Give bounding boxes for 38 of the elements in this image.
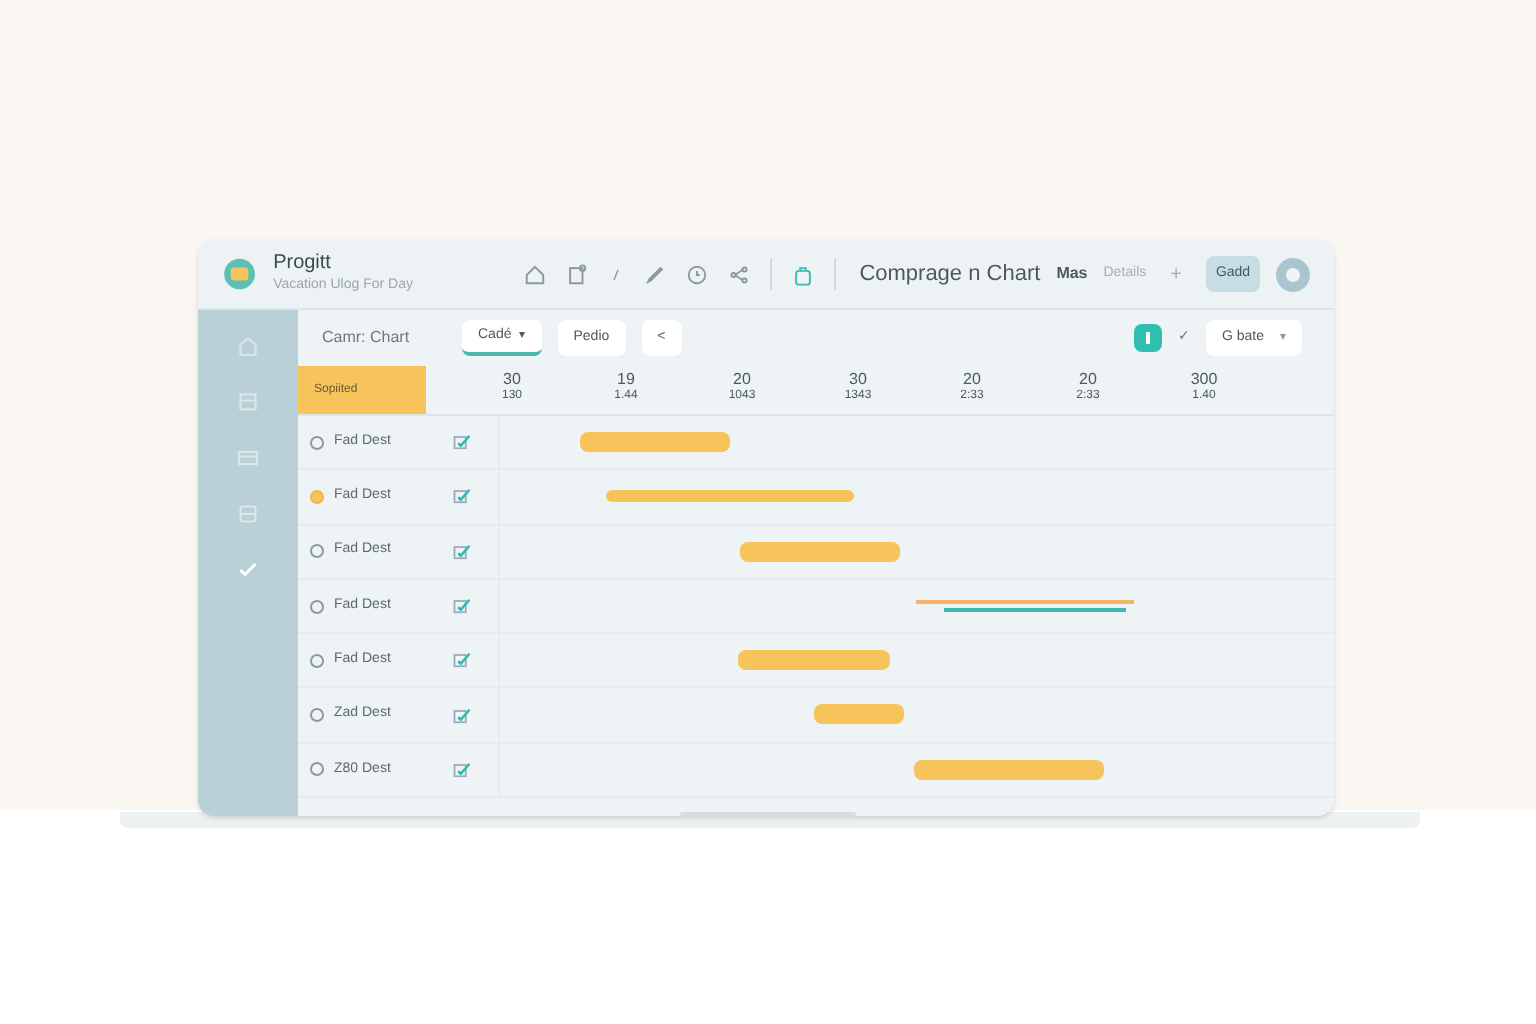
share-icon[interactable]: [727, 263, 750, 285]
column-label: 20: [963, 370, 981, 389]
checkmark-icon[interactable]: [236, 558, 260, 582]
column-label: 20: [733, 370, 751, 389]
chart-title: Comprage n Chart: [859, 259, 1041, 290]
app-title: Progitt: [273, 252, 333, 277]
pencil-icon[interactable]: [643, 263, 666, 285]
column-label: 30: [503, 370, 521, 389]
checkbox-checked-icon[interactable]: [452, 759, 472, 780]
radio-button[interactable]: [310, 544, 324, 559]
clock-icon[interactable]: [685, 263, 708, 285]
checkbox-checked-icon[interactable]: [452, 486, 472, 507]
radio-button[interactable]: [310, 708, 324, 723]
checkbox-checked-icon[interactable]: [452, 650, 472, 671]
user-name: Mas: [1056, 262, 1088, 286]
checkbox-checked-icon[interactable]: [452, 596, 472, 617]
house-icon[interactable]: [236, 334, 260, 358]
checkbox-checked-icon[interactable]: [452, 705, 472, 726]
view-label: Camr: Chart: [322, 326, 412, 350]
radio-button[interactable]: [310, 653, 324, 668]
document-icon[interactable]: [565, 263, 588, 285]
radio-button[interactable]: [310, 435, 324, 450]
checkbox-checked-icon[interactable]: [452, 541, 472, 562]
radio-button[interactable]: [310, 762, 324, 777]
box-icon[interactable]: [236, 502, 260, 526]
column-label: 300: [1190, 370, 1218, 389]
home-icon[interactable]: [523, 263, 546, 285]
radio-button[interactable]: [310, 489, 324, 504]
column-label: 19: [617, 370, 635, 389]
checkbox-checked-icon[interactable]: [452, 432, 472, 453]
column-label: 30: [849, 370, 867, 389]
column-label: 20: [1079, 370, 1097, 389]
radio-button[interactable]: [310, 599, 324, 614]
bag-icon[interactable]: [791, 263, 814, 285]
avatar[interactable]: [1276, 257, 1310, 291]
calendar-icon[interactable]: [236, 390, 260, 414]
logo-icon: [222, 256, 258, 292]
card-icon[interactable]: [236, 446, 260, 470]
